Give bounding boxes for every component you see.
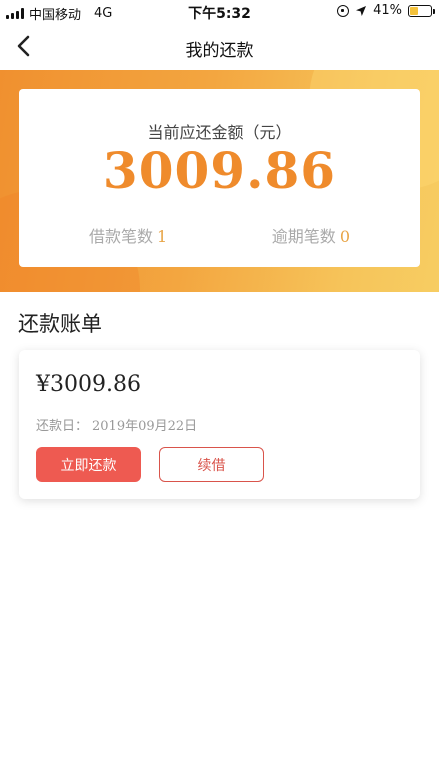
nav-bar: 我的还款	[0, 24, 439, 70]
status-bar: 中国移动 4G 下午5:32 41%	[0, 0, 439, 24]
amount-value: 3009.86	[102, 141, 337, 200]
loan-count-label: 借款笔数	[89, 227, 154, 246]
overdue-count-label: 逾期笔数	[271, 227, 336, 246]
page-title: 我的还款	[185, 41, 254, 61]
due-date-label: 还款日：	[36, 419, 89, 434]
overdue-count-stat: 逾期笔数 0	[272, 223, 350, 247]
loan-count-value: 1	[157, 227, 168, 246]
location-icon	[355, 5, 367, 17]
section-title: 还款账单	[18, 312, 102, 336]
amount-card: 当前应还金额（元） 3009.86 借款笔数 1 逾期笔数 0	[19, 89, 420, 267]
due-date-value: 2019年09月22日	[92, 419, 198, 434]
battery-icon	[408, 4, 435, 17]
bill-card: ¥3009.86 还款日： 2019年09月22日 立即还款 续借	[19, 350, 420, 499]
repay-now-button[interactable]: 立即还款	[36, 447, 141, 482]
due-date: 还款日： 2019年09月22日	[36, 415, 197, 434]
battery-level	[410, 6, 419, 15]
screen: 中国移动 4G 下午5:32 41% 我的还款 当前应还金额（元） 3009.8…	[0, 0, 439, 780]
bill-amount: ¥3009.86	[36, 372, 141, 397]
orientation-lock-icon	[337, 4, 350, 17]
overdue-count-value: 0	[339, 227, 350, 246]
summary-banner: 当前应还金额（元） 3009.86 借款笔数 1 逾期笔数 0	[0, 70, 439, 292]
amount-label: 当前应还金额（元）	[147, 123, 292, 142]
status-right: 41%	[337, 3, 435, 18]
renew-loan-button[interactable]: 续借	[159, 447, 264, 482]
loan-count-stat: 借款笔数 1	[89, 223, 167, 247]
battery-percent: 41%	[373, 3, 402, 18]
